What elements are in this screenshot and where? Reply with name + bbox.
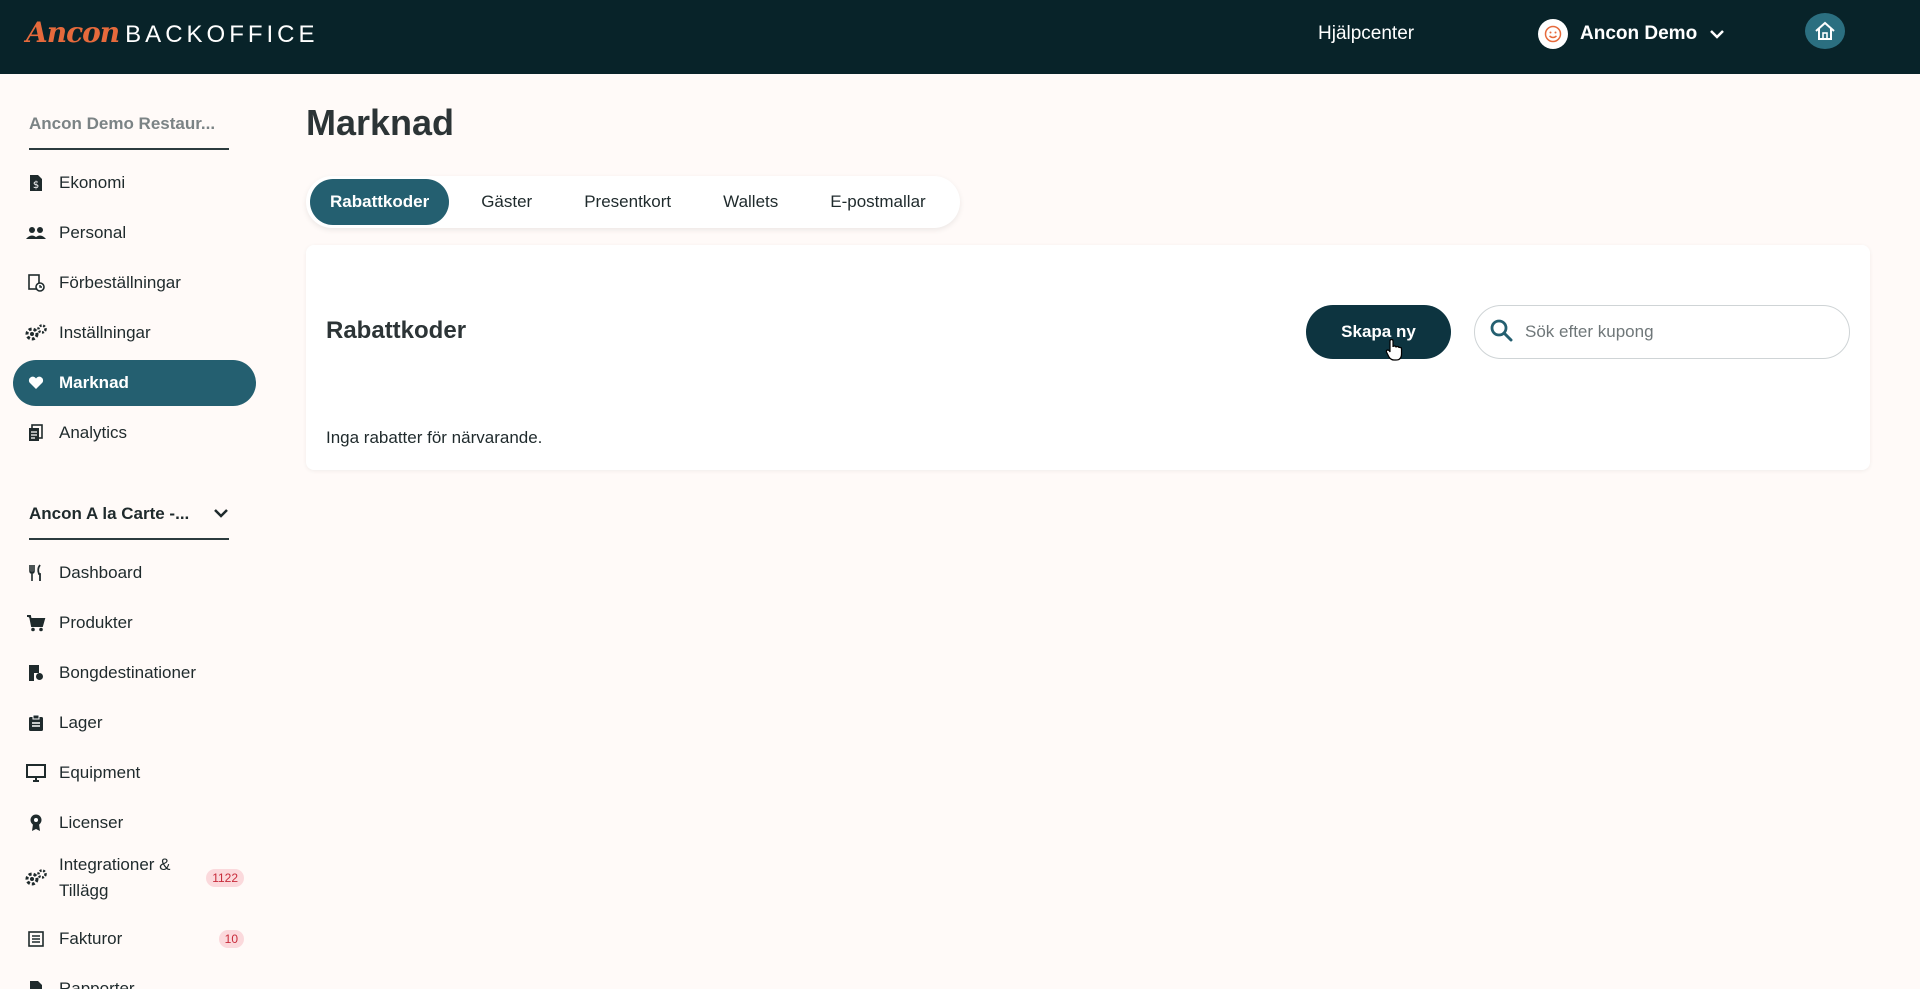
tab-gaster[interactable]: Gäster: [461, 179, 552, 225]
sidebar: Ancon Demo Restaur... $ Ekonomi Personal…: [0, 74, 260, 989]
logo-brand: Ancon: [26, 16, 120, 49]
cutlery-icon: [25, 562, 47, 584]
user-avatar-icon: [1538, 19, 1568, 49]
sidebar-item-label: Analytics: [59, 423, 128, 442]
create-new-button[interactable]: Skapa ny: [1306, 305, 1451, 359]
people-icon: [25, 222, 47, 244]
sidebar-item-marknad[interactable]: Marknad: [13, 360, 256, 406]
tab-rabattkoder[interactable]: Rabattkoder: [310, 179, 450, 225]
coupon-search-box[interactable]: [1474, 305, 1850, 359]
top-bar: Ancon BACKOFFICE Hjälpcenter Ancon Demo: [0, 0, 1920, 74]
settings-icon: [25, 867, 47, 889]
sidebar-item-bongdestinationer[interactable]: Bongdestinationer: [13, 650, 256, 696]
tab-presentkort[interactable]: Presentkort: [564, 179, 691, 225]
receipt-icon: [25, 662, 47, 684]
clipboard-icon: [25, 712, 47, 734]
user-name: Ancon Demo: [1580, 23, 1698, 44]
coupon-search-input[interactable]: [1525, 322, 1825, 342]
organization-selector[interactable]: Ancon Demo Restaur...: [29, 114, 229, 150]
sidebar-item-licenser[interactable]: Licenser: [13, 800, 256, 846]
sidebar-item-label: Fakturor: [59, 929, 123, 948]
sidebar-item-label: Inställningar: [59, 323, 151, 342]
sidebar-item-analytics[interactable]: Analytics: [13, 410, 256, 456]
chevron-down-icon: [1709, 23, 1725, 45]
sidebar-item-label: Integrationer & Tillägg: [59, 855, 171, 900]
monitor-icon: [25, 762, 47, 784]
discount-codes-card: Rabattkoder Skapa ny Inga rabatter för n…: [306, 245, 1870, 470]
mouse-pointer-icon: [1385, 338, 1403, 367]
invoice-icon: [25, 928, 47, 950]
heart-icon: [25, 372, 47, 394]
license-icon: [25, 812, 47, 834]
sidebar-item-label: Equipment: [59, 763, 141, 782]
sidebar-item-label: Licenser: [59, 813, 124, 832]
sidebar-item-label: Ekonomi: [59, 173, 126, 192]
notification-badge: 10: [218, 930, 244, 948]
sidebar-item-ekonomi[interactable]: $ Ekonomi: [13, 160, 256, 206]
report-icon: [25, 978, 47, 989]
finance-icon: $: [25, 172, 47, 194]
sidebar-item-lager[interactable]: Lager: [13, 700, 256, 746]
sidebar-item-label: Personal: [59, 223, 127, 242]
notification-badge: 1122: [206, 869, 244, 887]
sidebar-item-rapporter[interactable]: Rapporter: [13, 966, 256, 989]
sidebar-item-label: Bongdestinationer: [59, 663, 197, 682]
card-title: Rabattkoder: [326, 317, 467, 344]
preorder-icon: [25, 272, 47, 294]
search-icon: [1489, 318, 1513, 347]
home-icon: [1815, 21, 1835, 40]
cart-icon: [25, 612, 47, 634]
sidebar-item-installningar[interactable]: Inställningar: [13, 310, 256, 356]
sidebar-item-produkter[interactable]: Produkter: [13, 600, 256, 646]
tab-bar: Rabattkoder Gäster Presentkort Wallets E…: [306, 176, 960, 228]
help-center-link[interactable]: Hjälpcenter: [1318, 23, 1414, 45]
sidebar-item-equipment[interactable]: Equipment: [13, 750, 256, 796]
sidebar-item-label: Lager: [59, 713, 103, 732]
sidebar-item-dashboard[interactable]: Dashboard: [13, 550, 256, 596]
sidebar-item-forbestallningar[interactable]: Förbeställningar: [13, 260, 256, 306]
analytics-icon: [25, 422, 47, 444]
sidebar-item-fakturor[interactable]: Fakturor 10: [13, 916, 256, 962]
user-menu[interactable]: Ancon Demo: [1538, 19, 1725, 49]
sidebar-item-label: Produkter: [59, 613, 133, 632]
settings-icon: [25, 322, 47, 344]
page-title: Marknad: [306, 102, 455, 143]
chevron-down-icon: [213, 504, 229, 538]
logo-backoffice: BACKOFFICE: [125, 21, 319, 48]
tab-e-postmallar[interactable]: E-postmallar: [810, 179, 945, 225]
sidebar-item-personal[interactable]: Personal: [13, 210, 256, 256]
home-button[interactable]: [1805, 13, 1845, 49]
app-logo[interactable]: Ancon BACKOFFICE: [26, 16, 319, 49]
sidebar-item-integrationer[interactable]: Integrationer & Tillägg 1122: [13, 850, 256, 906]
sidebar-item-label: Rapporter: [59, 979, 135, 989]
svg-text:$: $: [33, 180, 39, 191]
sidebar-item-label: Förbeställningar: [59, 273, 181, 292]
location-selector[interactable]: Ancon A la Carte -...: [29, 504, 229, 540]
location-selector-label: Ancon A la Carte -...: [29, 504, 190, 523]
tab-wallets[interactable]: Wallets: [703, 179, 798, 225]
empty-state-message: Inga rabatter för närvarande.: [326, 428, 543, 447]
sidebar-item-label: Marknad: [59, 373, 129, 392]
sidebar-item-label: Dashboard: [59, 563, 143, 582]
